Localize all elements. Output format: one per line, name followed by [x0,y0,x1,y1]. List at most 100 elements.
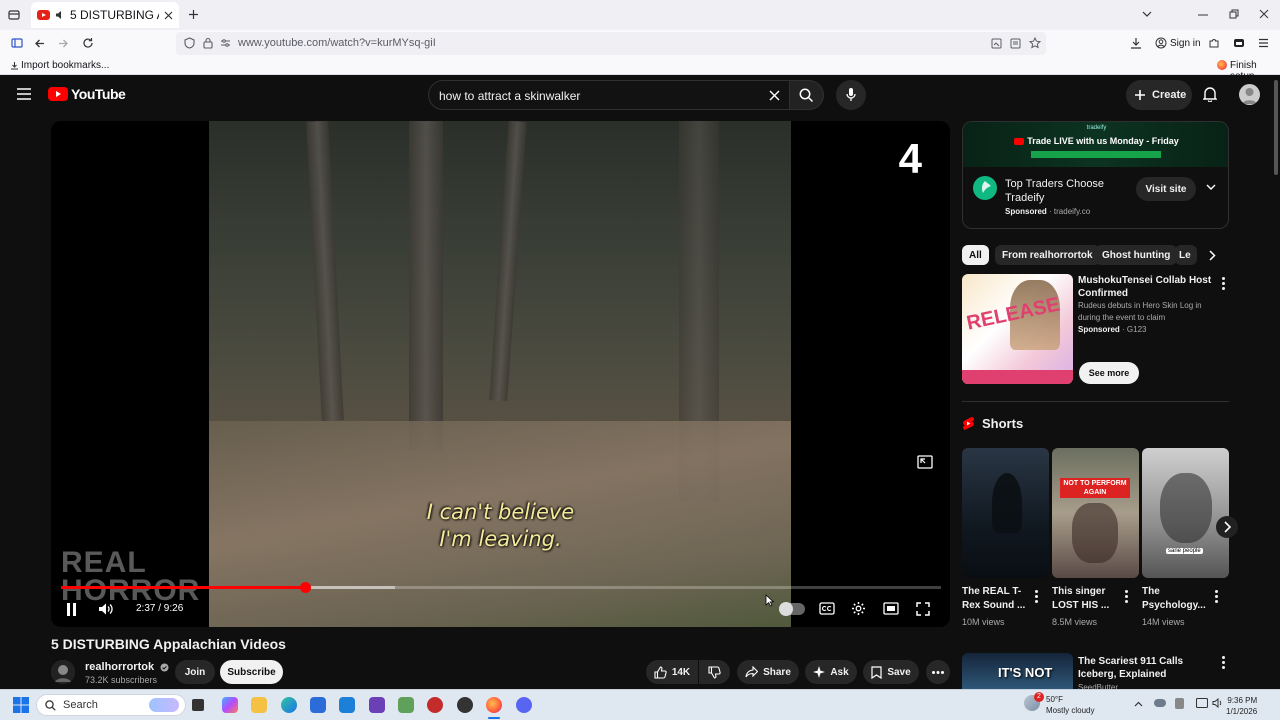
short-title-3[interactable]: The Psychology... [1142,585,1214,613]
tab-close-icon[interactable] [164,11,173,20]
search-button[interactable] [790,80,824,110]
promo-thumbnail[interactable]: RELEASE [962,274,1073,384]
search-input[interactable]: how to attract a skinwalker [439,89,580,103]
pause-icon[interactable] [66,603,77,616]
channel-name[interactable]: realhorrortok [85,661,169,673]
permissions-icon[interactable] [220,38,231,48]
recommended-more-icon[interactable] [1222,656,1225,671]
speaker-icon[interactable] [55,10,65,20]
search-box[interactable]: how to attract a skinwalker [428,80,790,110]
weather-widget[interactable]: 50°F Mostly cloudy [1046,694,1094,716]
firefox-taskbar-icon[interactable] [486,697,502,713]
tab-overflow-chevron-icon[interactable] [1142,10,1152,18]
bookmark-star-icon[interactable] [1029,37,1041,49]
ask-button[interactable]: Ask [805,660,857,684]
discord-icon[interactable] [516,697,532,713]
short-title-2[interactable]: This singer LOST HIS ... [1052,585,1124,613]
task-view-icon[interactable] [192,699,204,711]
wifi-icon[interactable] [1196,698,1208,708]
downloads-icon[interactable] [1130,37,1142,49]
recommended-title[interactable]: The Scariest 911 Calls Iceberg, Explaine… [1078,655,1213,681]
miniplayer-icon[interactable] [917,455,933,469]
subscribe-button[interactable]: Subscribe [220,660,283,684]
video-player[interactable]: 4 I can't believe I'm leaving. REAL HORR… [51,121,950,627]
ad-banner[interactable]: tradeify Trade LIVE with us Monday - Fri… [963,122,1228,167]
account-icon[interactable] [1155,37,1167,49]
language-icon[interactable] [1175,698,1184,709]
create-button[interactable]: Create [1126,80,1192,110]
forward-icon[interactable] [58,38,69,49]
ad-title[interactable]: Top Traders Choose Tradeify [1005,177,1125,205]
channel-avatar[interactable] [51,660,75,684]
short-more-icon-1[interactable] [1035,590,1038,605]
minimize-icon[interactable] [1198,14,1208,16]
sign-in-link[interactable]: Sign in [1170,38,1201,49]
short-more-icon-2[interactable] [1125,590,1128,605]
voice-search-button[interactable] [836,80,866,110]
restore-icon[interactable] [1229,9,1239,19]
hamburger-menu-icon[interactable] [17,88,31,100]
windows-start-icon[interactable] [13,697,29,713]
menu-icon[interactable] [1258,38,1269,48]
clock[interactable]: 9:36 PM 1/1/2026 [1226,695,1257,717]
see-more-button[interactable]: See more [1079,362,1139,384]
progress-bar[interactable] [61,582,941,593]
extensions-icon[interactable] [1208,37,1220,49]
short-thumbnail-2[interactable]: NOT TO PERFORM AGAIN [1052,448,1139,578]
chip-from-channel[interactable]: From realhorrortok [995,245,1100,265]
scrubber-handle[interactable] [299,582,311,593]
screenshot-icon[interactable] [991,38,1002,49]
share-button[interactable]: Share [737,660,799,684]
visit-site-button[interactable]: Visit site [1136,177,1196,201]
reader-view-icon[interactable] [1010,38,1021,49]
copilot-icon[interactable] [222,697,238,713]
shorts-next-button[interactable] [1216,516,1238,538]
url-bar[interactable]: www.youtube.com/watch?v=kurMYsq-giI [176,32,1046,55]
page-scrollbar[interactable] [1274,80,1278,175]
import-bookmarks-link[interactable]: Import bookmarks... [21,60,109,71]
close-window-icon[interactable] [1259,9,1269,19]
file-explorer-icon[interactable] [251,697,267,713]
short-thumbnail-3[interactable]: sane people [1142,448,1229,578]
settings-gear-icon[interactable] [851,601,866,616]
chips-next-chevron-icon[interactable] [1209,250,1216,261]
dislike-button[interactable] [699,660,730,684]
more-actions-button[interactable] [926,660,950,684]
ad-expand-chevron-icon[interactable] [1206,184,1216,191]
app-icon-green[interactable] [398,697,414,713]
join-button[interactable]: Join [175,660,215,684]
captions-icon[interactable] [819,602,835,615]
app-icon-dark[interactable] [457,697,473,713]
lock-icon[interactable] [203,37,213,49]
app-icon-red[interactable] [427,697,443,713]
app-icon-purple[interactable] [369,697,385,713]
fullscreen-icon[interactable] [916,602,930,616]
container-icon[interactable] [1233,37,1245,49]
youtube-logo[interactable]: YouTube [48,86,126,102]
reload-icon[interactable] [82,37,94,49]
volume-icon[interactable] [98,602,114,616]
recommended-thumbnail[interactable]: IT'S NOT [962,653,1073,691]
new-tab-icon[interactable] [188,9,199,20]
promo-more-icon[interactable] [1222,277,1225,292]
tray-overflow-icon[interactable] [1134,701,1143,707]
volume-tray-icon[interactable] [1212,698,1224,708]
theater-mode-icon[interactable] [883,602,899,615]
chip-partial[interactable]: Le [1175,245,1197,265]
edge-icon[interactable] [281,697,297,713]
like-button[interactable]: 14K [646,660,698,684]
chip-ghost-hunting[interactable]: Ghost hunting [1095,245,1178,265]
store-icon[interactable] [310,697,326,713]
sidebar-toggle-icon[interactable] [11,37,23,49]
avatar[interactable] [1239,84,1260,105]
short-more-icon-3[interactable] [1215,590,1218,605]
onedrive-icon[interactable] [1154,699,1166,707]
sponsored-ad-card[interactable]: tradeify Trade LIVE with us Monday - Fri… [962,121,1229,229]
tab-list-icon[interactable] [8,9,20,21]
active-tab[interactable]: 5 DISTURBING Appalachian [31,2,179,28]
short-thumbnail-1[interactable] [962,448,1049,578]
back-icon[interactable] [34,38,45,49]
autoplay-toggle[interactable] [779,602,805,616]
save-button[interactable]: Save [863,660,919,684]
short-title-1[interactable]: The REAL T-Rex Sound ... [962,585,1034,613]
